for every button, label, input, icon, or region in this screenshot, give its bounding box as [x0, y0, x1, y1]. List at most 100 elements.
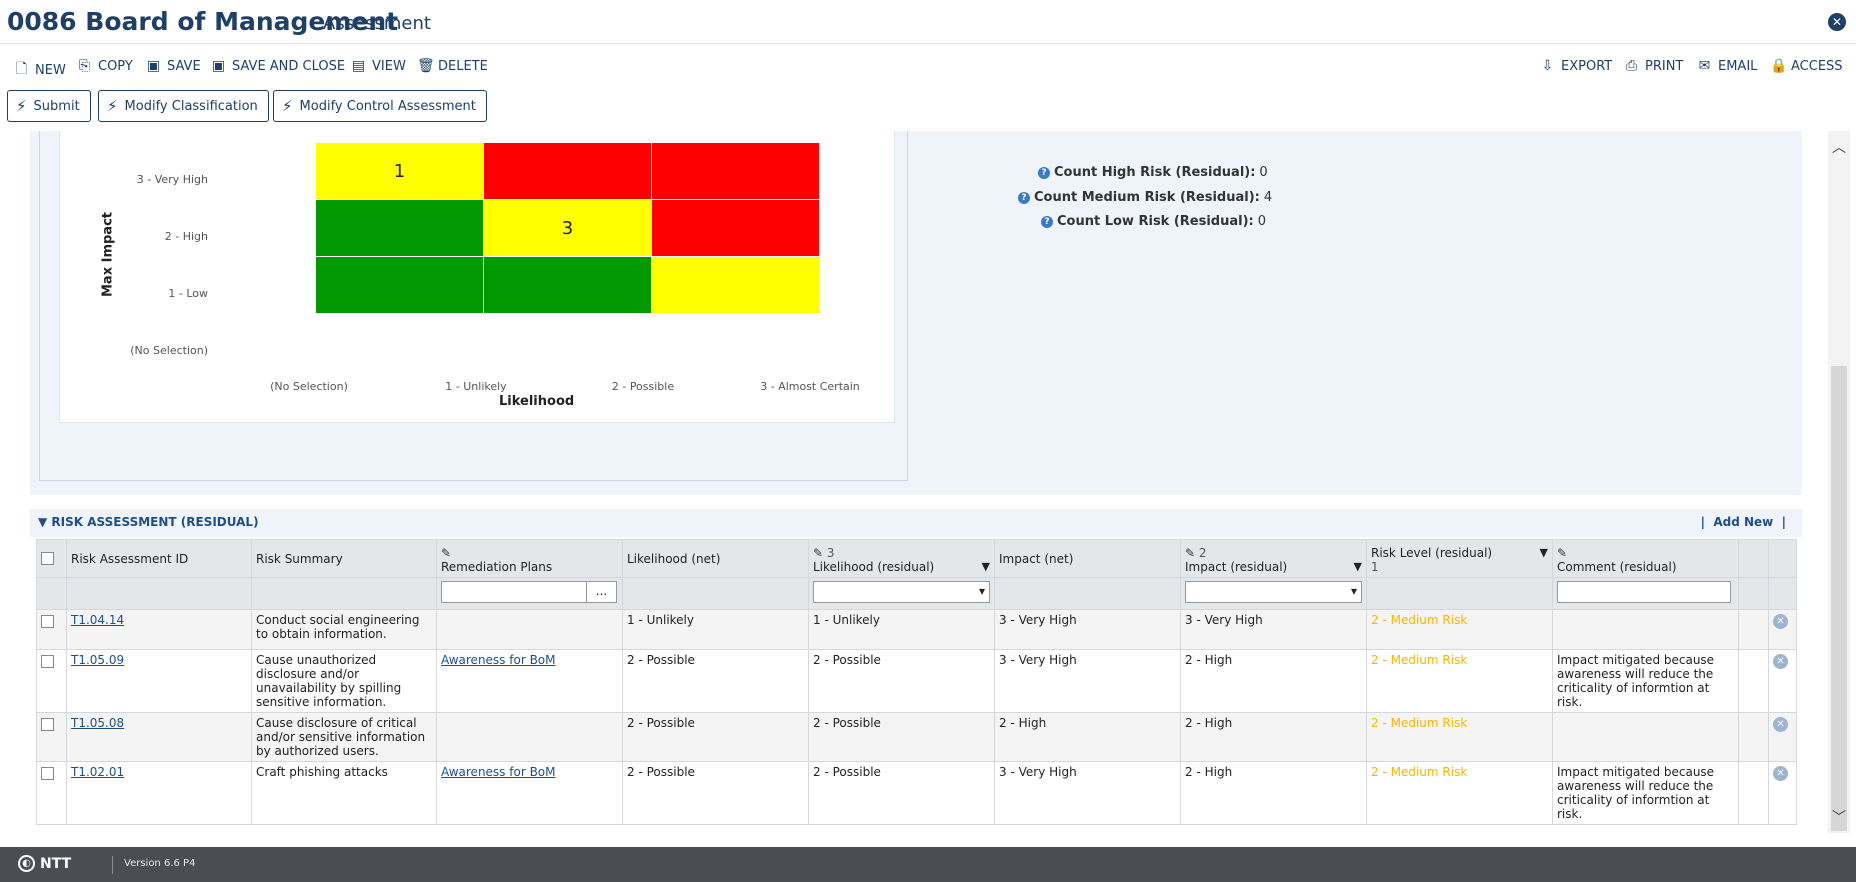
- risk-id-link[interactable]: T1.05.08: [71, 716, 124, 730]
- new-icon: 🗋: [15, 61, 28, 77]
- modify-classification-button[interactable]: ⚡ Modify Classification: [98, 90, 269, 122]
- table-row[interactable]: T1.02.01 Craft phishing attacks Awareness …: [36, 761, 1797, 825]
- save-and-close-button[interactable]: ▣ SAVE AND CLOSE: [211, 58, 345, 74]
- remediation-link[interactable]: Awareness for BoM: [441, 765, 556, 779]
- content-area: Max Impact 3 - Very High 2 - High 1 - Lo…: [30, 131, 1802, 833]
- x-label-possible: 2 - Possible: [611, 380, 675, 393]
- section-title[interactable]: ▼ RISK ASSESSMENT (RESIDUAL): [38, 515, 259, 529]
- scroll-down-icon[interactable]: ﹀: [1828, 807, 1850, 827]
- risk-summary-cell: Cause disclosure of critical and/or sens…: [251, 712, 437, 762]
- collapse-triangle-icon[interactable]: ▼: [38, 515, 47, 529]
- footer-divider: [112, 856, 113, 874]
- y-label-very-high: 3 - Very High: [136, 173, 208, 186]
- col-likelihood-net[interactable]: Likelihood (net): [622, 539, 809, 578]
- sort-down-icon[interactable]: ▼: [1540, 546, 1548, 559]
- x-label-unlikely: 1 - Unlikely: [445, 380, 507, 393]
- table-row[interactable]: T1.05.09 Cause unauthorized disclosure an…: [36, 649, 1797, 713]
- title-bar: 0086 Board of Management Assessment ✕: [0, 0, 1856, 44]
- likelihood-residual-cell[interactable]: 2 - Possible: [808, 712, 995, 762]
- export-icon: ⇩: [1541, 58, 1554, 74]
- lookup-button[interactable]: ...: [587, 581, 617, 603]
- select-all-checkbox-cell: [36, 539, 67, 578]
- modify-control-assessment-button[interactable]: ⚡ Modify Control Assessment: [273, 90, 487, 122]
- impact-residual-cell[interactable]: 3 - Very High: [1180, 609, 1367, 650]
- sort-down-icon[interactable]: ▼: [1354, 560, 1362, 573]
- risk-level-cell: 2 - Medium Risk: [1366, 649, 1553, 713]
- ntt-logo-icon: ◐: [18, 855, 35, 872]
- row-checkbox[interactable]: [41, 767, 54, 780]
- remediation-filter-input[interactable]: [441, 581, 587, 603]
- row-checkbox[interactable]: [41, 655, 54, 668]
- sort-down-icon[interactable]: ▼: [982, 560, 990, 573]
- col-impact-net[interactable]: Impact (net): [994, 539, 1181, 578]
- likelihood-residual-filter-select[interactable]: [813, 581, 990, 603]
- x-label-almost-certain: 3 - Almost Certain: [760, 380, 860, 393]
- remove-row-icon[interactable]: ✕: [1773, 766, 1788, 781]
- col-risk-assessment-id[interactable]: Risk Assessment ID: [66, 539, 252, 578]
- submit-button[interactable]: ⚡ Submit: [7, 90, 91, 122]
- x-axis-title: Likelihood: [499, 394, 575, 409]
- new-button[interactable]: 🗋 NEW: [14, 58, 66, 82]
- matrix-cell: [316, 257, 483, 313]
- col-actions: [1768, 539, 1797, 578]
- remove-row-icon[interactable]: ✕: [1773, 614, 1788, 629]
- comment-cell[interactable]: [1552, 609, 1739, 650]
- comment-cell[interactable]: Impact mitigated because awareness will …: [1552, 649, 1739, 713]
- save-button[interactable]: ▣ SAVE: [146, 58, 201, 74]
- impact-residual-cell[interactable]: 2 - High: [1180, 761, 1367, 825]
- comment-cell[interactable]: [1552, 712, 1739, 762]
- email-button[interactable]: ✉ EMAIL: [1697, 58, 1758, 74]
- delete-button[interactable]: 🗑 DELETE: [417, 58, 488, 74]
- brand-logo: ◐ NTT: [18, 855, 71, 872]
- comment-filter-input[interactable]: [1557, 581, 1731, 603]
- print-button[interactable]: ⎙ PRINT: [1624, 58, 1683, 74]
- matrix-cell: [316, 200, 483, 256]
- remove-row-icon[interactable]: ✕: [1773, 654, 1788, 669]
- impact-residual-cell[interactable]: 2 - High: [1180, 649, 1367, 713]
- col-comment-residual[interactable]: ✎ Comment (residual): [1552, 539, 1739, 578]
- matrix-cell: [652, 257, 819, 313]
- col-impact-residual[interactable]: ✎ 2 Impact (residual) ▼: [1180, 539, 1367, 578]
- col-risk-summary[interactable]: Risk Summary: [251, 539, 437, 578]
- remove-row-icon[interactable]: ✕: [1773, 717, 1788, 732]
- view-icon: ▤: [351, 58, 366, 74]
- copy-button[interactable]: ⎘ COPY: [77, 58, 133, 74]
- version-label: Version 6.6 P4: [124, 858, 196, 869]
- table-row[interactable]: T1.05.08 Cause disclosure of critical and…: [36, 712, 1797, 762]
- page-subtitle: Assessment: [323, 13, 431, 34]
- likelihood-residual-cell[interactable]: 2 - Possible: [808, 761, 995, 825]
- remediation-link[interactable]: Awareness for BoM: [441, 653, 556, 667]
- help-icon[interactable]: ?: [1038, 166, 1050, 179]
- close-icon[interactable]: ✕: [1828, 13, 1846, 31]
- risk-summary-cell: Cause unauthorized disclosure and/or una…: [251, 649, 437, 713]
- col-remediation-plans[interactable]: ✎ Remediation Plans: [436, 539, 623, 578]
- likelihood-residual-cell[interactable]: 2 - Possible: [808, 649, 995, 713]
- action-bar: ⚡ Submit ⚡ Modify Classification ⚡ Modify C…: [0, 90, 1856, 122]
- likelihood-residual-cell[interactable]: 1 - Unlikely: [808, 609, 995, 650]
- impact-residual-cell[interactable]: 2 - High: [1180, 712, 1367, 762]
- risk-id-link[interactable]: T1.05.09: [71, 653, 124, 667]
- risk-id-link[interactable]: T1.02.01: [71, 765, 124, 779]
- add-new-link[interactable]: | Add New |: [1701, 515, 1786, 529]
- table-row[interactable]: T1.04.14 Conduct social engineering to ob…: [36, 609, 1797, 650]
- comment-cell[interactable]: Impact mitigated because awareness will …: [1552, 761, 1739, 825]
- matrix-cell: 3: [484, 200, 651, 256]
- matrix-cell: [652, 143, 819, 199]
- select-all-checkbox[interactable]: [41, 551, 54, 565]
- help-icon[interactable]: ?: [1041, 215, 1053, 228]
- risk-id-link[interactable]: T1.04.14: [71, 613, 124, 627]
- scrollbar-thumb[interactable]: [1831, 366, 1847, 831]
- access-button[interactable]: 🔒 ACCESS: [1770, 58, 1843, 74]
- impact-residual-filter-select[interactable]: [1185, 581, 1362, 603]
- row-checkbox[interactable]: [41, 718, 54, 731]
- export-button[interactable]: ⇩ EXPORT: [1540, 58, 1613, 74]
- vertical-scrollbar[interactable]: ︿ ﹀: [1828, 131, 1850, 833]
- y-label-low: 1 - Low: [168, 287, 208, 300]
- view-button[interactable]: ▤ VIEW: [351, 58, 406, 74]
- row-checkbox[interactable]: [41, 615, 54, 628]
- help-icon[interactable]: ?: [1018, 191, 1030, 204]
- col-risk-level-residual[interactable]: Risk Level (residual) ▼ 1: [1366, 539, 1553, 578]
- col-likelihood-residual[interactable]: ✎ 3 Likelihood (residual) ▼: [808, 539, 995, 578]
- risk-assessment-table: Risk Assessment ID Risk Summary ✎ Remedi…: [36, 539, 1797, 825]
- scroll-up-icon[interactable]: ︿: [1828, 137, 1850, 157]
